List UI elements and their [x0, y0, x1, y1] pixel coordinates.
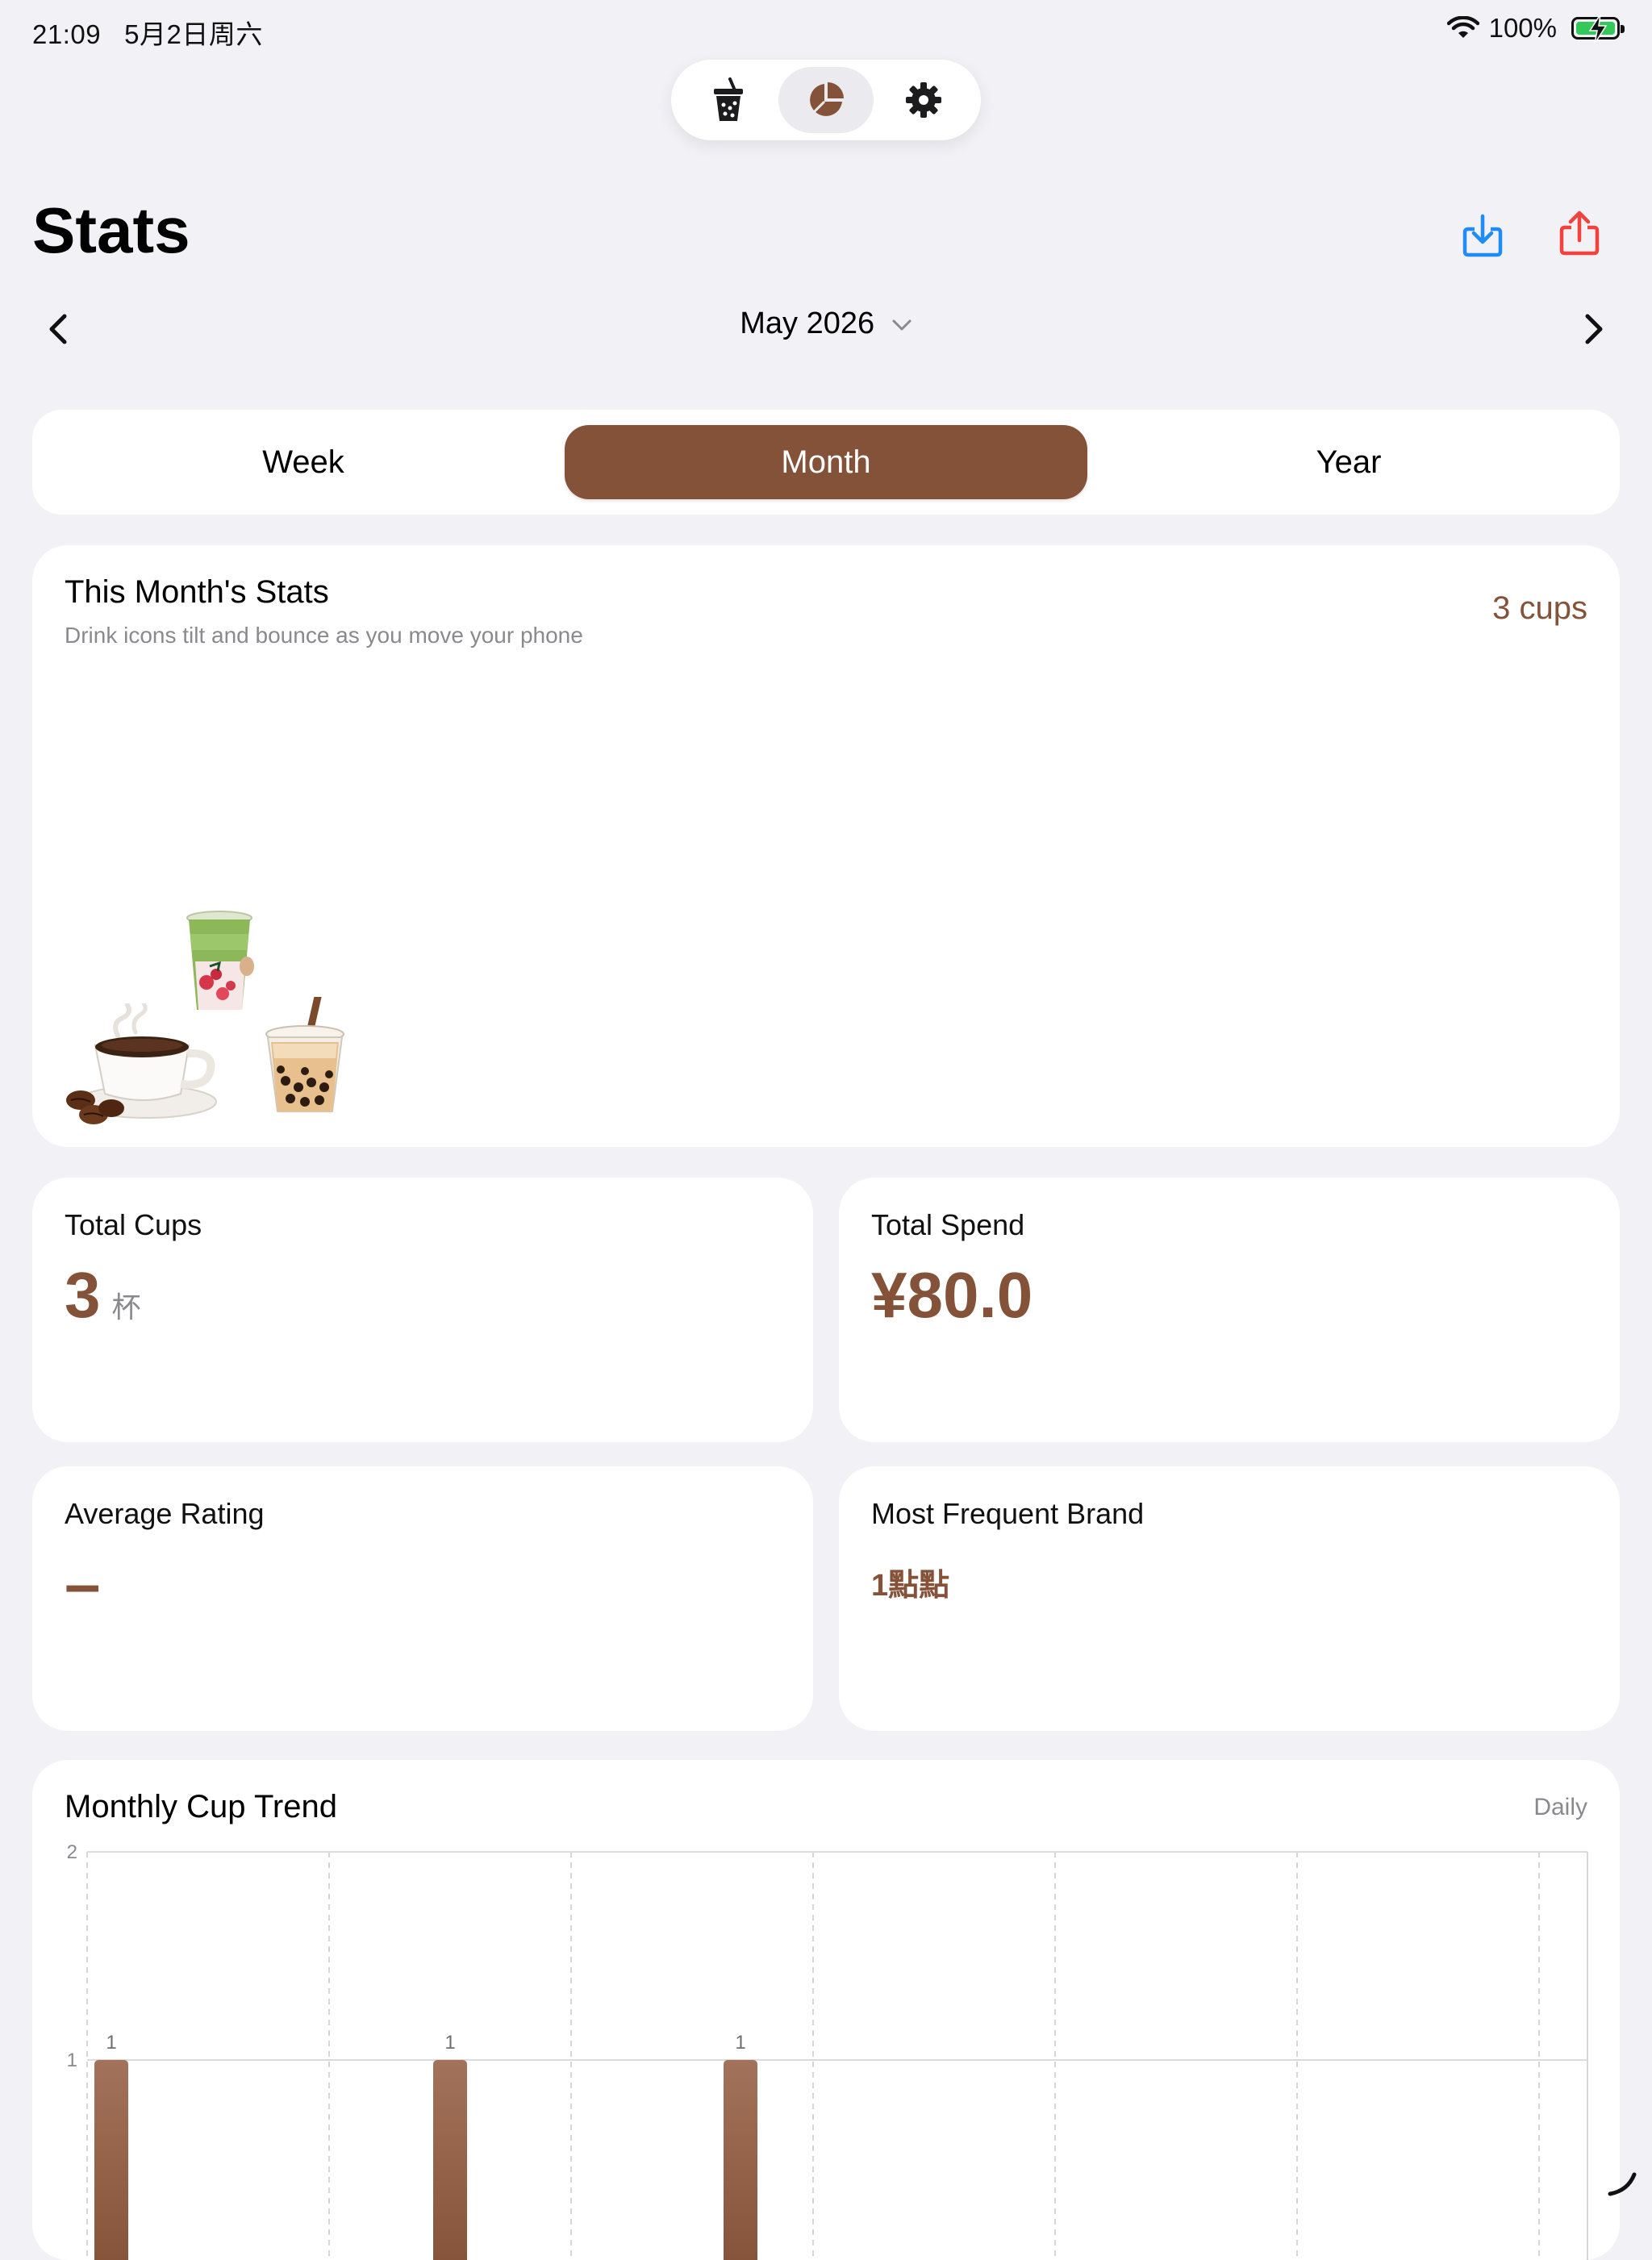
average-rating-value: –: [65, 1548, 101, 1620]
average-rating-label: Average Rating: [65, 1497, 265, 1530]
status-date: 5月2日周六: [124, 19, 263, 49]
pie-chart-icon: [810, 82, 844, 116]
total-spend-card: Total Spend ¥80.0: [839, 1178, 1620, 1442]
bubble-tea-icon: [713, 77, 743, 121]
month-navigator: May 2026: [32, 298, 1620, 360]
period-segmented-control: Week Month Year: [32, 410, 1620, 515]
stats-tab[interactable]: [778, 67, 874, 133]
hero-title: This Month's Stats: [65, 574, 329, 610]
chevron-right-icon: [1585, 314, 1603, 344]
settings-tab[interactable]: [876, 67, 971, 133]
next-month-button[interactable]: [1568, 303, 1620, 355]
status-indicators: 100%: [1446, 13, 1625, 44]
month-stats-card: This Month's Stats Drink icons tilt and …: [32, 545, 1620, 1147]
bar-data-label: 1: [444, 2032, 455, 2054]
total-spend-value: ¥80.0: [871, 1259, 1033, 1331]
drinks-tab[interactable]: [681, 67, 776, 133]
total-cups-value-row: 3杯: [65, 1258, 141, 1332]
total-cups-label: Total Cups: [65, 1208, 202, 1241]
bubble-milk-tea-drink[interactable]: [260, 997, 357, 1118]
cup-count: 3 cups: [1492, 590, 1587, 626]
bar-data-label: 1: [106, 2032, 116, 2054]
monthly-trend-card: Monthly Cup Trend Daily 12111: [32, 1760, 1620, 2260]
trend-chart: 1 2 1 1 1: [67, 1841, 1588, 2260]
matcha-strawberry-drink[interactable]: [182, 910, 263, 1015]
month-picker[interactable]: May 2026: [32, 306, 1620, 341]
total-cups-value: 3: [65, 1259, 101, 1331]
wifi-icon: [1446, 16, 1479, 38]
share-icon: [1559, 211, 1600, 256]
segment-week[interactable]: Week: [42, 425, 565, 499]
segment-year[interactable]: Year: [1087, 425, 1610, 499]
y-tick-label: 1: [67, 2049, 77, 2071]
y-tick-label: 2: [67, 1841, 77, 1863]
month-label: May 2026: [740, 306, 875, 340]
chart-bar[interactable]: [724, 2060, 757, 2260]
resize-handle-icon[interactable]: [1607, 2170, 1639, 2197]
page-title: Stats: [32, 194, 190, 266]
average-rating-card: Average Rating –: [32, 1466, 813, 1731]
hero-subtitle: Drink icons tilt and bounce as you move …: [65, 623, 583, 648]
gear-icon: [906, 82, 942, 118]
chart-bar[interactable]: [433, 2060, 467, 2260]
frequent-brand-label: Most Frequent Brand: [871, 1497, 1145, 1530]
segment-month[interactable]: Month: [565, 425, 1087, 499]
coffee-cup-drink[interactable]: [63, 1003, 224, 1132]
download-icon: [1462, 214, 1503, 257]
status-time-date: 21:09 5月2日周六: [32, 13, 263, 52]
frequent-brand-value: 1點點: [871, 1569, 950, 1603]
bar-data-label: 1: [735, 2032, 745, 2054]
battery-icon: [1571, 15, 1625, 44]
status-time: 21:09: [32, 19, 102, 49]
chevron-down-icon: [892, 319, 912, 331]
import-button[interactable]: [1457, 210, 1508, 261]
top-tab-bar: [671, 60, 981, 140]
total-cups-unit: 杯: [111, 1291, 141, 1324]
frequent-brand-card: Most Frequent Brand 1點點: [839, 1466, 1620, 1731]
total-cups-card: Total Cups 3杯: [32, 1178, 813, 1442]
chart-bar[interactable]: [94, 2060, 128, 2260]
battery-percent: 100%: [1488, 13, 1557, 43]
share-button[interactable]: [1554, 206, 1605, 258]
total-spend-label: Total Spend: [871, 1208, 1025, 1241]
